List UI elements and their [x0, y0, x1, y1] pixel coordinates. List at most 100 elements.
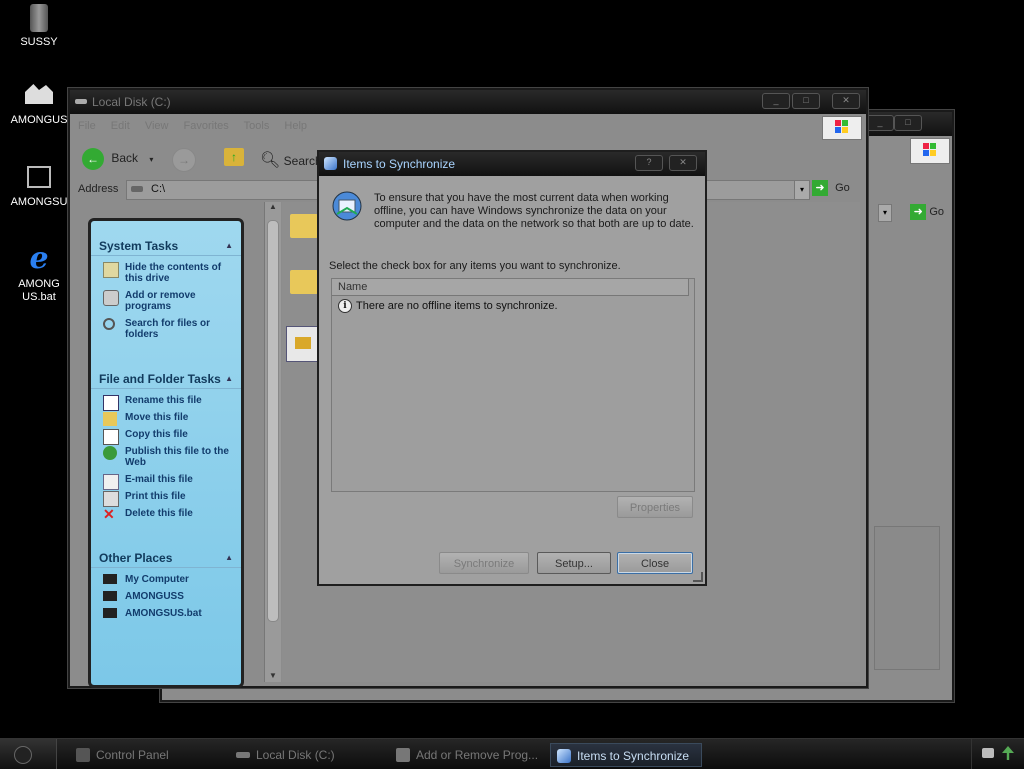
back-arrow-icon: ← [82, 148, 104, 170]
trash-can-icon [30, 4, 48, 32]
properties-button[interactable]: Properties [617, 496, 693, 518]
taskbar-item-add-remove-programs[interactable]: Add or Remove Prog... [390, 743, 546, 767]
task-pane-scrollbar[interactable]: ▲ ▼ [264, 202, 281, 682]
rename-icon [103, 395, 119, 411]
desktop-icon-label: AMONGSU [10, 196, 68, 208]
back-button[interactable]: ← Back ▾ [82, 148, 153, 170]
folder-icon[interactable] [290, 214, 318, 238]
go-arrow-icon: ➜ [910, 204, 927, 220]
menu-favorites[interactable]: Favorites [184, 120, 229, 132]
task-copy-file[interactable]: Copy this file [99, 429, 241, 445]
desktop-icon-sussy[interactable]: SUSSY [4, 4, 74, 49]
task-pane: System Tasks ▲ Hide the contents of this… [88, 218, 244, 688]
place-amonguss[interactable]: AMONGUSS [99, 591, 241, 602]
explorer-titlebar[interactable]: Local Disk (C:) [70, 90, 866, 114]
collapse-icon[interactable]: ▲ [225, 549, 233, 567]
scroll-up-icon[interactable]: ▲ [265, 202, 281, 211]
desktop-icon-label: AMONG US.bat [18, 278, 60, 303]
close-dialog-button[interactable]: Close [617, 552, 693, 574]
task-delete-file[interactable]: ✕ Delete this file [99, 507, 241, 521]
batch-file-icon [103, 608, 117, 618]
menu-bar: File Edit View Favorites Tools Help [70, 116, 866, 136]
other-places-header[interactable]: Other Places ▲ [91, 549, 241, 568]
network-tray-icon[interactable] [982, 748, 994, 758]
address-label: Address [78, 183, 119, 195]
drive-icon [131, 186, 143, 192]
go-button[interactable]: ➜ Go [812, 180, 850, 196]
desktop-icon-label: AMONGUS [10, 114, 68, 126]
file-icon[interactable] [286, 326, 320, 362]
go-button[interactable]: ➜ Go [910, 204, 944, 220]
address-dropdown-icon[interactable]: ▾ [794, 181, 809, 199]
taskbar-item-local-disk[interactable]: Local Disk (C:) [230, 743, 386, 767]
file-folder-tasks-header[interactable]: File and Folder Tasks ▲ [91, 370, 241, 389]
close-button[interactable]: ✕ [669, 155, 697, 171]
dialog-instruction: Select the check box for any items you w… [329, 260, 621, 272]
go-arrow-icon: ➜ [812, 180, 828, 196]
copy-icon [103, 429, 119, 445]
menu-edit[interactable]: Edit [111, 120, 130, 132]
menu-help[interactable]: Help [284, 120, 307, 132]
task-email-file[interactable]: E-mail this file [99, 474, 241, 490]
items-to-synchronize-dialog[interactable]: Items to Synchronize ? ✕ To ensure that … [317, 150, 707, 586]
maximize-button[interactable]: □ [792, 93, 820, 109]
globe-icon [103, 446, 117, 460]
scroll-down-icon[interactable]: ▼ [265, 671, 281, 680]
setup-button[interactable]: Setup... [537, 552, 611, 574]
start-button[interactable] [0, 739, 57, 769]
system-tasks-header[interactable]: System Tasks ▲ [91, 237, 241, 256]
forward-button[interactable]: → [172, 148, 196, 172]
desktop-icon-amongus[interactable]: AMONGUS [4, 84, 74, 127]
chevron-down-icon[interactable]: ▾ [149, 155, 153, 164]
sync-items-list[interactable]: Name i There are no offline items to syn… [331, 278, 695, 492]
desktop-icon-among-us-bat[interactable]: e AMONG US.bat [4, 244, 74, 304]
preview-pane [874, 526, 940, 670]
place-my-computer[interactable]: My Computer [99, 574, 241, 585]
sync-icon [324, 157, 337, 170]
drive-icon [25, 84, 53, 104]
drive-icon [236, 752, 250, 758]
resize-grip-icon[interactable] [693, 572, 703, 582]
info-icon: i [338, 299, 352, 313]
desktop-icon-amongsu[interactable]: AMONGSU [4, 166, 74, 209]
menu-view[interactable]: View [145, 120, 169, 132]
forward-arrow-icon: → [172, 148, 196, 172]
taskbar: Control Panel Local Disk (C:) Add or Rem… [0, 738, 1024, 769]
menu-file[interactable]: File [78, 120, 96, 132]
sync-tray-icon[interactable] [1002, 746, 1014, 760]
address-dropdown-icon[interactable]: ▾ [878, 204, 892, 222]
task-move-file[interactable]: Move this file [99, 412, 241, 426]
task-print-file[interactable]: Print this file [99, 491, 241, 507]
help-button[interactable]: ? [635, 155, 663, 171]
drive-icon [75, 99, 87, 104]
windows-logo-icon [822, 116, 862, 140]
collapse-icon[interactable]: ▲ [225, 370, 233, 388]
sync-icon [557, 749, 571, 763]
taskbar-item-items-to-synchronize[interactable]: Items to Synchronize [550, 743, 702, 767]
list-column-header[interactable]: Name [332, 279, 689, 296]
collapse-icon[interactable]: ▲ [225, 237, 233, 255]
scrollbar-thumb[interactable] [267, 220, 279, 622]
minimize-button[interactable]: _ [866, 115, 894, 131]
task-add-remove-programs[interactable]: Add or remove programs [99, 290, 241, 312]
task-search-files[interactable]: Search for files or folders [99, 318, 241, 340]
synchronize-button[interactable]: Synchronize [439, 552, 529, 574]
search-button[interactable]: 🔍︎ Search [260, 150, 322, 170]
close-button[interactable]: ✕ [832, 93, 860, 109]
minimize-button[interactable]: _ [762, 93, 790, 109]
place-amongsus-bat[interactable]: AMONGSUS.bat [99, 608, 241, 619]
up-folder-icon: ↑ [224, 148, 244, 166]
task-hide-drive-contents[interactable]: Hide the contents of this drive [99, 262, 241, 284]
menu-tools[interactable]: Tools [244, 120, 270, 132]
printer-icon [103, 491, 119, 507]
windows-logo-icon [910, 138, 950, 164]
move-icon [103, 412, 117, 426]
up-folder-button[interactable]: ↑ [224, 148, 244, 166]
maximize-button[interactable]: □ [894, 115, 922, 131]
search-icon: 🔍︎ [260, 152, 281, 169]
folder-icon[interactable] [290, 270, 318, 294]
task-publish-web[interactable]: Publish this file to the Web [99, 446, 241, 468]
taskbar-item-control-panel[interactable]: Control Panel [70, 743, 226, 767]
task-rename-file[interactable]: Rename this file [99, 395, 241, 411]
window-title: Local Disk (C:) [92, 95, 171, 109]
